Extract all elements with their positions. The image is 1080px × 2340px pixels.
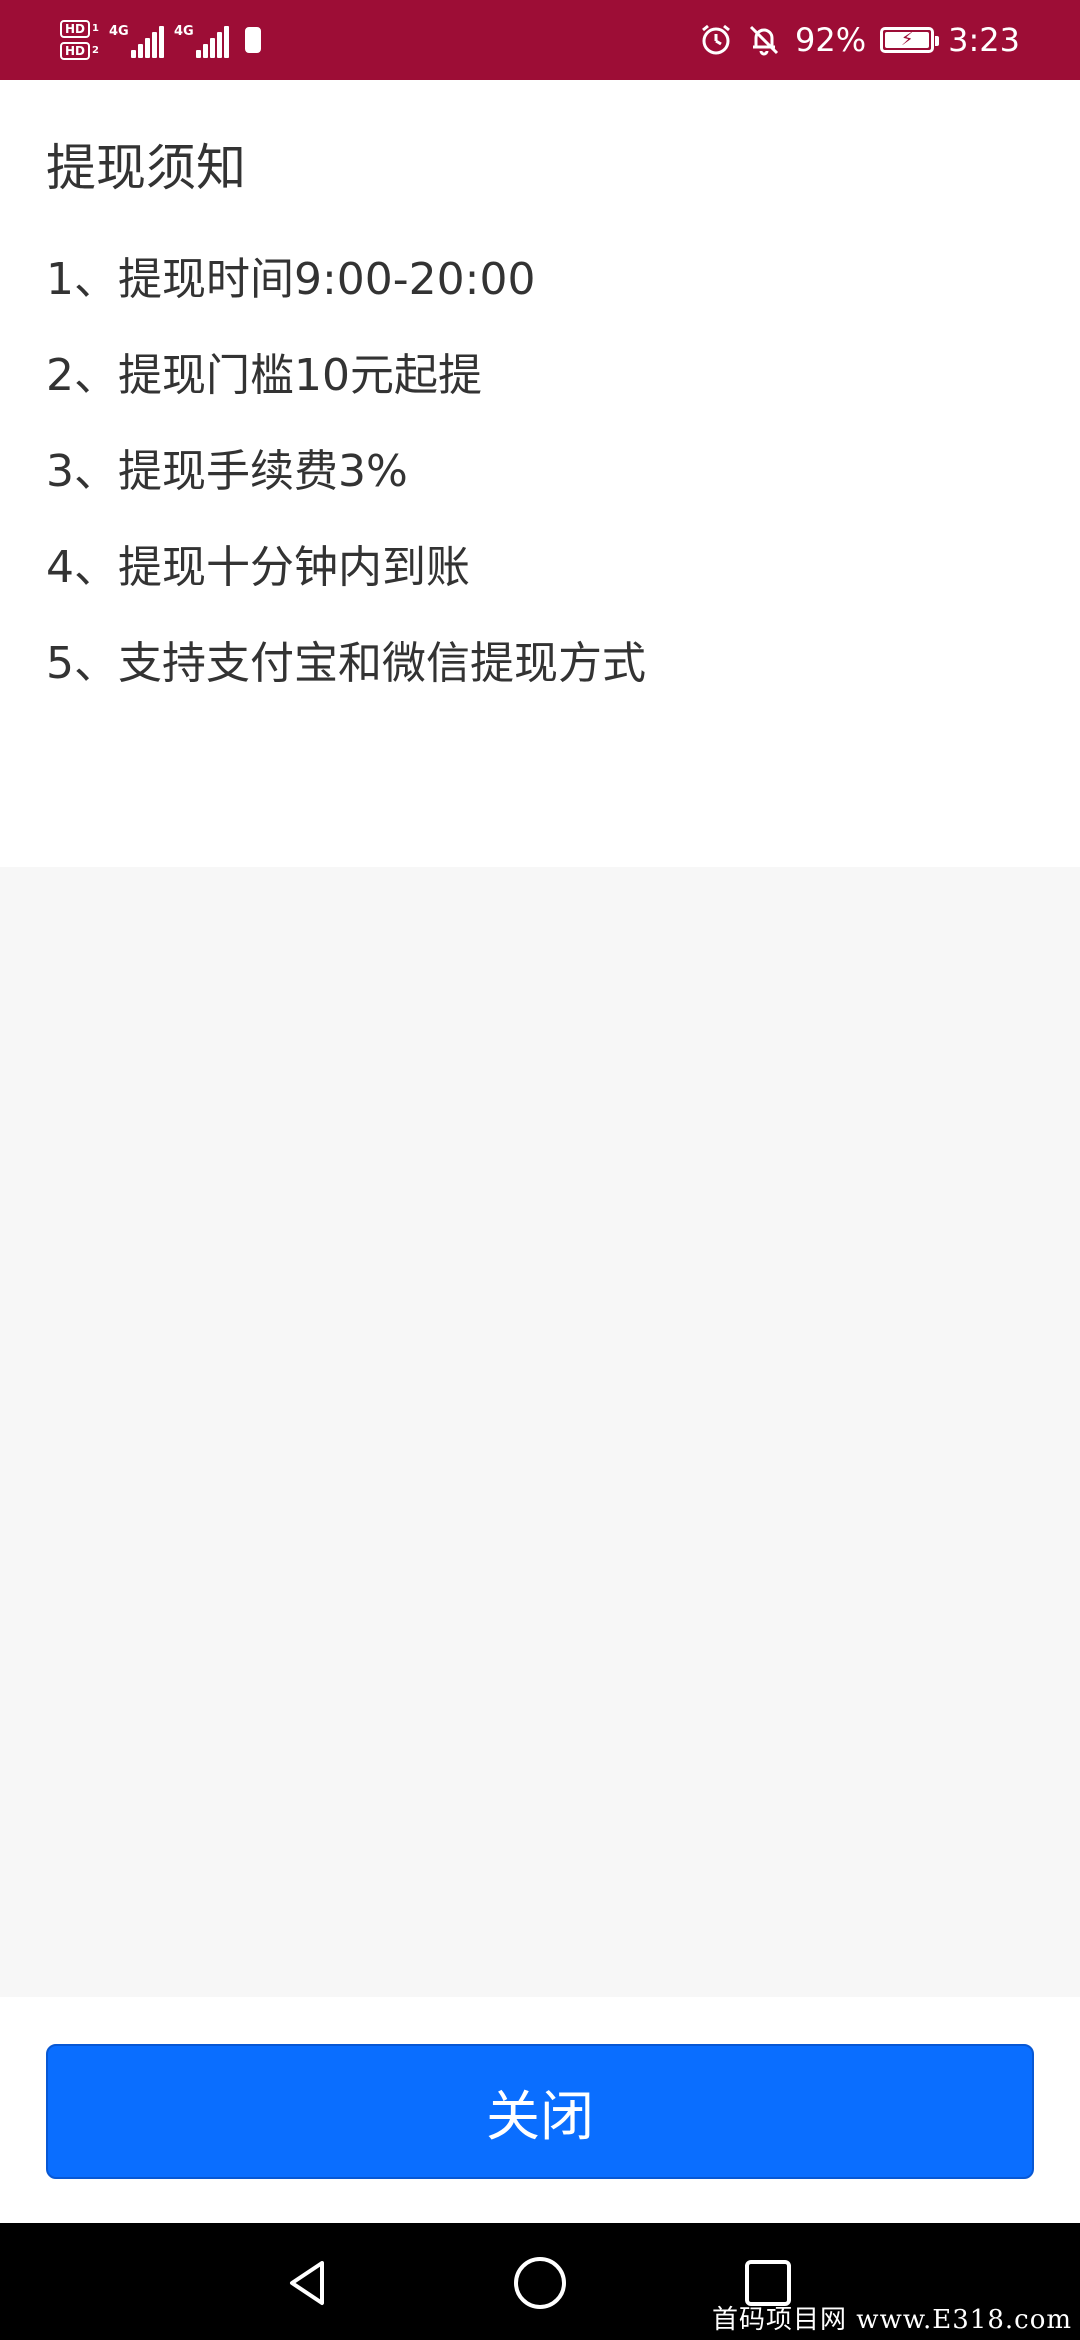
back-icon[interactable]	[268, 2243, 348, 2323]
hd-badge-2: HD 2	[60, 42, 99, 60]
status-time: 3:23	[948, 21, 1020, 59]
list-item: 1、提现时间9:00-20:00	[46, 254, 536, 305]
footer: 关闭	[0, 1997, 1080, 2223]
battery-charging-icon: ⚡	[880, 27, 940, 53]
status-left: HD 1 HD 2 4G 4G	[60, 10, 261, 70]
list-item: 2、提现门槛10元起提	[46, 350, 482, 401]
list-item: 5、支持支付宝和微信提现方式	[46, 638, 646, 689]
alarm-icon	[702, 24, 730, 55]
hd-badge-1: HD 1	[60, 20, 99, 38]
watermark: 首码项目网 www.E318.com	[712, 2305, 1072, 2335]
signal-icon: 4G	[109, 22, 164, 58]
bell-off-icon	[749, 25, 779, 56]
page-title: 提现须知	[46, 139, 246, 197]
list-item: 3、提现手续费3%	[46, 446, 408, 497]
notice-card: 提现须知 1、提现时间9:00-20:00 2、提现门槛10元起提 3、提现手续…	[0, 80, 1080, 867]
sim-number: 1	[92, 23, 99, 34]
hd-label: HD	[60, 20, 91, 38]
notification-icon	[244, 27, 261, 53]
navigation-bar: 首码项目网 www.E318.com	[0, 2223, 1080, 2340]
empty-area	[0, 867, 1080, 1997]
battery-percent: 92%	[795, 21, 867, 59]
status-right: 92% ⚡ 3:23	[699, 10, 1020, 70]
network-type: 4G	[108, 24, 129, 39]
signal-icon: 4G	[174, 22, 229, 58]
status-bar: HD 1 HD 2 4G 4G 92% ⚡ 3:23	[0, 0, 1080, 80]
hd-indicators: HD 1 HD 2	[60, 20, 99, 60]
close-button[interactable]: 关闭	[46, 2044, 1034, 2179]
home-icon[interactable]	[500, 2243, 580, 2323]
list-item: 4、提现十分钟内到账	[46, 542, 470, 593]
network-type: 4G	[173, 24, 194, 39]
sim-number: 2	[92, 45, 99, 56]
hd-label: HD	[60, 42, 91, 60]
notice-list: 1、提现时间9:00-20:00 2、提现门槛10元起提 3、提现手续费3% 4…	[46, 250, 646, 730]
